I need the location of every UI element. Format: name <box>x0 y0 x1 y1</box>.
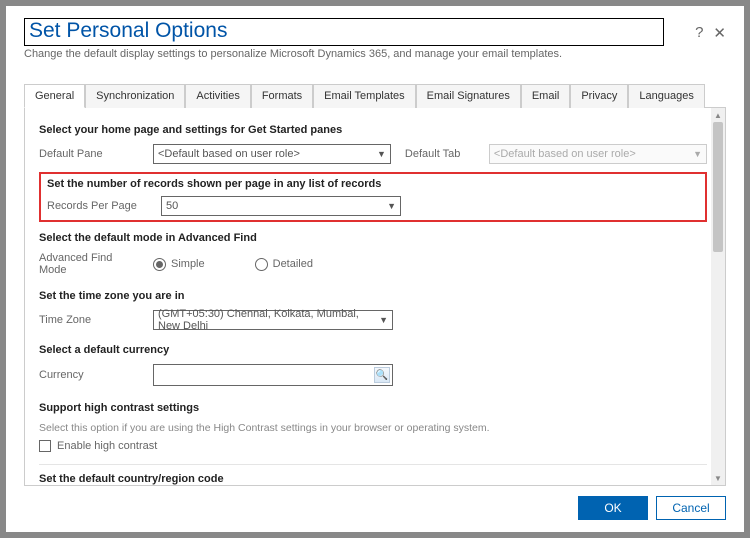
radio-icon <box>255 258 268 271</box>
content-pane: Select your home page and settings for G… <box>24 108 726 486</box>
currency-lookup[interactable]: 🔍 <box>153 364 393 386</box>
time-zone-value: (GMT+05:30) Chennai, Kolkata, Mumbai, Ne… <box>158 308 379 332</box>
tab-general[interactable]: General <box>24 84 85 108</box>
tab-activities[interactable]: Activities <box>185 84 250 108</box>
tab-email-templates[interactable]: Email Templates <box>313 84 416 108</box>
advfind-mode-label: Advanced Find Mode <box>39 252 139 276</box>
advfind-detailed-radio[interactable]: Detailed <box>255 258 313 271</box>
divider <box>39 464 707 465</box>
time-zone-select[interactable]: (GMT+05:30) Chennai, Kolkata, Mumbai, Ne… <box>153 310 393 330</box>
tab-synchronization[interactable]: Synchronization <box>85 84 185 108</box>
records-per-page-label: Records Per Page <box>47 200 147 212</box>
cancel-button[interactable]: Cancel <box>656 496 726 520</box>
records-per-page-value: 50 <box>166 200 178 212</box>
tab-privacy[interactable]: Privacy <box>570 84 628 108</box>
enable-contrast-checkbox[interactable] <box>39 440 51 452</box>
enable-contrast-label: Enable high contrast <box>57 440 157 452</box>
section-advfind-title: Select the default mode in Advanced Find <box>39 232 707 244</box>
chevron-down-icon: ▼ <box>379 315 388 325</box>
section-contrast-title: Support high contrast settings <box>39 402 707 414</box>
tab-email-signatures[interactable]: Email Signatures <box>416 84 521 108</box>
default-tab-select[interactable]: <Default based on user role> ▼ <box>489 144 707 164</box>
scroll-down-icon[interactable]: ▼ <box>711 471 725 485</box>
radio-detailed-label: Detailed <box>273 258 313 270</box>
advfind-simple-radio[interactable]: Simple <box>153 258 205 271</box>
chevron-down-icon: ▼ <box>387 201 396 211</box>
default-tab-label: Default Tab <box>405 148 475 160</box>
contrast-hint: Select this option if you are using the … <box>39 422 707 434</box>
dialog-footer: OK Cancel <box>24 496 726 520</box>
help-icon[interactable]: ? <box>695 24 703 42</box>
tab-formats[interactable]: Formats <box>251 84 313 108</box>
scroll-thumb[interactable] <box>713 122 723 252</box>
chevron-down-icon: ▼ <box>693 149 702 159</box>
dialog-title: Set Personal Options <box>24 18 664 46</box>
tab-bar: General Synchronization Activities Forma… <box>24 84 726 108</box>
default-tab-value: <Default based on user role> <box>494 148 636 160</box>
time-zone-label: Time Zone <box>39 314 139 326</box>
section-records-title: Set the number of records shown per page… <box>47 178 699 190</box>
section-country-title: Set the default country/region code <box>39 473 707 485</box>
lookup-icon[interactable]: 🔍 <box>374 367 390 383</box>
records-per-page-highlight: Set the number of records shown per page… <box>39 172 707 222</box>
default-pane-label: Default Pane <box>39 148 139 160</box>
records-per-page-select[interactable]: 50 ▼ <box>161 196 401 216</box>
close-icon[interactable]: ✕ <box>713 24 726 42</box>
dialog-header: Set Personal Options Change the default … <box>24 18 726 60</box>
currency-label: Currency <box>39 369 139 381</box>
section-tz-title: Set the time zone you are in <box>39 290 707 302</box>
section-currency-title: Select a default currency <box>39 344 707 356</box>
scroll-up-icon[interactable]: ▲ <box>711 108 725 122</box>
personal-options-dialog: Set Personal Options Change the default … <box>6 6 744 532</box>
default-pane-value: <Default based on user role> <box>158 148 300 160</box>
tab-email[interactable]: Email <box>521 84 571 108</box>
scrollbar[interactable]: ▲ ▼ <box>711 108 725 485</box>
ok-button[interactable]: OK <box>578 496 648 520</box>
radio-simple-label: Simple <box>171 258 205 270</box>
default-pane-select[interactable]: <Default based on user role> ▼ <box>153 144 391 164</box>
radio-icon <box>153 258 166 271</box>
tab-languages[interactable]: Languages <box>628 84 704 108</box>
dialog-subtitle: Change the default display settings to p… <box>24 48 689 60</box>
chevron-down-icon: ▼ <box>377 149 386 159</box>
section-homepage-title: Select your home page and settings for G… <box>39 124 707 136</box>
